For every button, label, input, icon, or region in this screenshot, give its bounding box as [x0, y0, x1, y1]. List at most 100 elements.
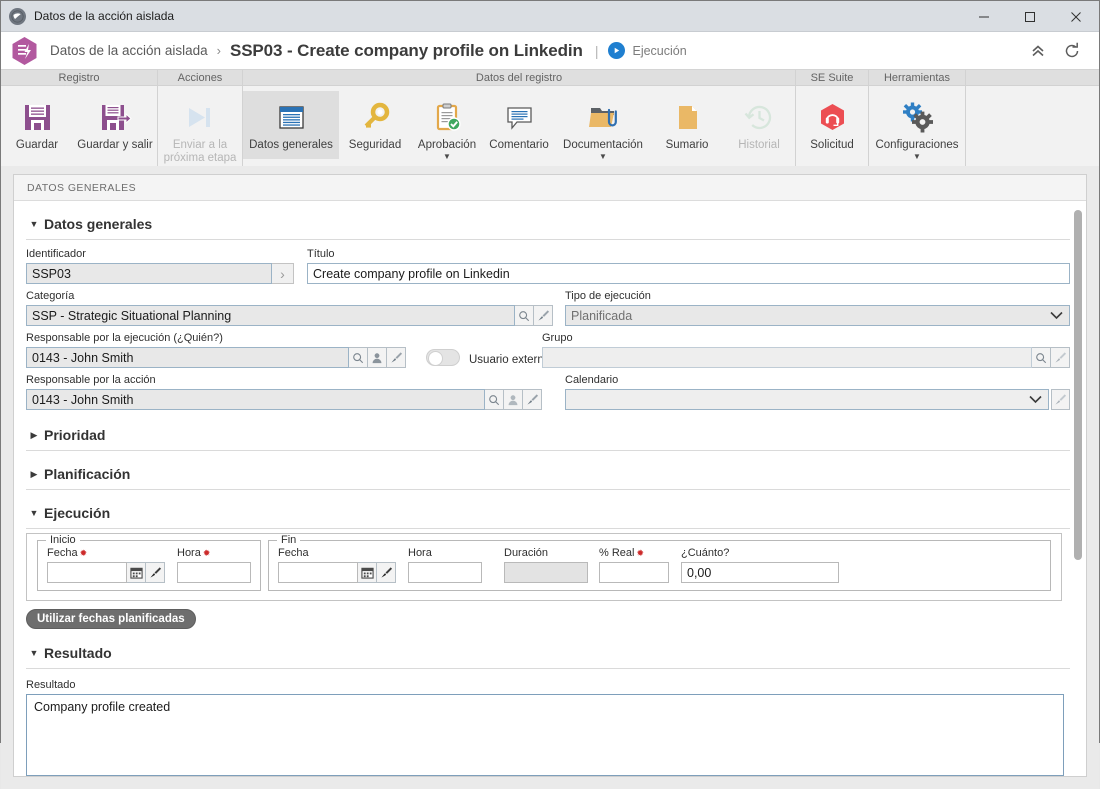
- refresh-icon[interactable]: [1057, 36, 1087, 66]
- pct-real-input[interactable]: [599, 562, 669, 583]
- save-and-exit-icon: [99, 97, 132, 137]
- chevron-double-up-icon[interactable]: [1023, 36, 1053, 66]
- identificador-input[interactable]: [26, 263, 272, 284]
- general-data-icon: [275, 97, 308, 137]
- form-row-identifier: Identificador › Título: [26, 248, 1070, 284]
- window-title: Datos de la acción aislada: [34, 9, 961, 23]
- ribbon-toolbar: Registro Guardar: [1, 70, 1099, 166]
- inicio-hora-input[interactable]: [177, 562, 251, 583]
- ribbon-button-label: Seguridad: [339, 139, 411, 152]
- calendario-label: Calendario: [565, 374, 1070, 387]
- required-marker: ✹: [636, 548, 644, 558]
- fieldset-legend: Fin: [277, 534, 300, 546]
- brush-icon[interactable]: [387, 347, 406, 368]
- ribbon-button-label: Aprobación: [411, 139, 483, 152]
- section-datos-generales[interactable]: ▼ Datos generales: [26, 211, 1070, 240]
- ribbon-group-registro: Registro Guardar: [1, 70, 158, 166]
- form-row-responsible-action: Responsable por la acción: [26, 374, 1070, 410]
- fin-fecha-label: Fecha: [278, 547, 396, 560]
- calendar-icon[interactable]: [358, 562, 377, 583]
- vertical-scrollbar[interactable]: [1074, 210, 1082, 560]
- utilizar-fechas-planificadas-button[interactable]: Utilizar fechas planificadas: [26, 609, 196, 629]
- fin-fecha-input[interactable]: [278, 562, 358, 583]
- inicio-hora-label: Hora✹: [177, 547, 251, 560]
- send-next-stage-button[interactable]: Enviar a la próxima etapa: [158, 91, 242, 164]
- tab-datos-generales[interactable]: Datos generales: [243, 91, 339, 159]
- cuanto-input[interactable]: [681, 562, 839, 583]
- ribbon-button-label: Guardar: [1, 139, 73, 152]
- ribbon-button-label: Configuraciones: [869, 139, 965, 152]
- chevron-right-icon[interactable]: ›: [272, 263, 294, 284]
- categoria-input[interactable]: [26, 305, 515, 326]
- section-resultado[interactable]: ▼ Resultado: [26, 640, 1070, 669]
- close-button[interactable]: [1053, 1, 1099, 32]
- ribbon-group-title: Datos del registro: [243, 70, 795, 86]
- solicitud-button[interactable]: Solicitud: [796, 91, 868, 159]
- application-window: Datos de la acción aislada Datos de la: [0, 0, 1100, 743]
- tab-seguridad[interactable]: Seguridad: [339, 91, 411, 159]
- user-icon[interactable]: [504, 389, 523, 410]
- section-title: Ejecución: [44, 505, 110, 521]
- ribbon-button-label: Historial: [723, 139, 795, 152]
- ribbon-group-herramientas: Herramientas: [869, 70, 966, 166]
- support-headset-icon: [816, 97, 849, 137]
- tab-historial[interactable]: Historial: [723, 91, 795, 159]
- titulo-input[interactable]: [307, 263, 1070, 284]
- ribbon-group-title: Acciones: [158, 70, 242, 86]
- responsable-ejecucion-input[interactable]: [26, 347, 349, 368]
- breadcrumb-root[interactable]: Datos de la acción aislada: [50, 43, 208, 58]
- inicio-fecha-input[interactable]: [47, 562, 127, 583]
- chevron-down-icon[interactable]: ▼: [443, 153, 451, 161]
- panel-header: DATOS GENERALES: [14, 175, 1086, 201]
- tab-aprobacion[interactable]: Aprobación ▼: [411, 91, 483, 161]
- ribbon-group-se-suite: SE Suite Solicitud: [796, 70, 869, 166]
- search-icon[interactable]: [349, 347, 368, 368]
- execution-dates-container: Inicio Fecha✹: [26, 533, 1062, 601]
- tipo-ejecucion-select[interactable]: Planificada: [565, 305, 1070, 326]
- resultado-textarea[interactable]: [26, 694, 1064, 776]
- chevron-down-icon: [1050, 309, 1063, 323]
- user-icon[interactable]: [368, 347, 387, 368]
- responsable-accion-input[interactable]: [26, 389, 485, 410]
- fieldset-fin: Fin Fecha: [268, 540, 1051, 591]
- save-button[interactable]: Guardar: [1, 91, 73, 159]
- calendar-icon[interactable]: [127, 562, 146, 583]
- chevron-down-icon[interactable]: ▼: [599, 153, 607, 161]
- panel-body: ▼ Datos generales Identificador › Título: [14, 201, 1086, 776]
- form-row-responsible-execution: Responsable por la ejecución (¿Quién?): [26, 332, 1070, 368]
- section-prioridad[interactable]: ▶ Prioridad: [26, 422, 1070, 451]
- chevron-down-icon: [1029, 393, 1042, 407]
- tab-comentario[interactable]: Comentario: [483, 91, 555, 159]
- inicio-fecha-label: Fecha✹: [47, 547, 165, 560]
- brush-icon[interactable]: [377, 562, 396, 583]
- section-title: Prioridad: [44, 427, 105, 443]
- brush-icon[interactable]: [146, 562, 165, 583]
- save-and-exit-button[interactable]: Guardar y salir: [73, 91, 157, 159]
- section-planificacion[interactable]: ▶ Planificación: [26, 461, 1070, 490]
- search-icon[interactable]: [1032, 347, 1051, 368]
- calendario-select[interactable]: [565, 389, 1049, 410]
- grupo-input[interactable]: [542, 347, 1032, 368]
- resultado-label: Resultado: [26, 679, 1064, 692]
- ribbon-button-label: Guardar y salir: [73, 139, 157, 152]
- ribbon-group-acciones: Acciones Enviar a la próxima etapa: [158, 70, 243, 166]
- brush-icon[interactable]: [1051, 389, 1070, 410]
- configuraciones-button[interactable]: Configuraciones ▼: [869, 91, 965, 161]
- fin-hora-input[interactable]: [408, 562, 482, 583]
- tab-sumario[interactable]: Sumario: [651, 91, 723, 159]
- comment-icon: [503, 97, 536, 137]
- brush-icon[interactable]: [523, 389, 542, 410]
- minimize-button[interactable]: [961, 1, 1007, 32]
- duracion-label: Duración: [504, 547, 588, 560]
- chevron-down-icon[interactable]: ▼: [913, 153, 921, 161]
- ribbon-group-datos-del-registro: Datos del registro: [243, 70, 796, 166]
- search-icon[interactable]: [515, 305, 534, 326]
- brush-icon[interactable]: [534, 305, 553, 326]
- search-icon[interactable]: [485, 389, 504, 410]
- summary-page-icon: [671, 97, 704, 137]
- usuario-externo-toggle[interactable]: [426, 349, 460, 366]
- tab-documentacion[interactable]: Documentación ▼: [555, 91, 651, 161]
- maximize-button[interactable]: [1007, 1, 1053, 32]
- brush-icon[interactable]: [1051, 347, 1070, 368]
- section-ejecucion[interactable]: ▼ Ejecución: [26, 500, 1070, 529]
